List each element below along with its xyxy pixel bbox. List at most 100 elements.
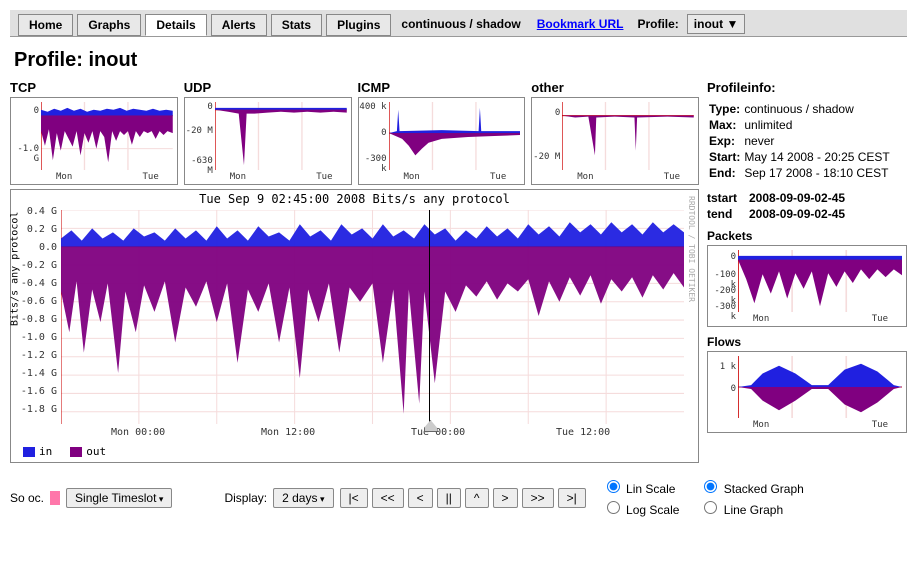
ytick: -20 M: [532, 152, 560, 162]
tstart-label: tstart: [707, 191, 743, 205]
nav-pause[interactable]: ||: [437, 488, 461, 508]
profile-select[interactable]: inout ▼: [687, 14, 746, 34]
ytick: -1.2 G: [11, 350, 57, 361]
ytick: 0.4 G: [11, 206, 57, 217]
mini-chart-icmp[interactable]: 400 k 0 -300 k Mon Tue: [358, 97, 526, 185]
display-select[interactable]: 2 days: [273, 488, 333, 508]
tab-graphs[interactable]: Graphs: [77, 14, 141, 36]
page-title: Profile: inout: [14, 49, 903, 72]
mini-chart-tcp[interactable]: 0 -1.0 G Mon Tue: [10, 97, 178, 185]
pi-key: Start:: [707, 149, 742, 165]
ytick: 0.0: [11, 242, 57, 253]
ytick: -1.0 G: [11, 332, 57, 343]
tend-label: tend: [707, 207, 743, 221]
chart-legend: in out: [23, 445, 106, 458]
side-chart-packets[interactable]: 0 -100 k -200 k -300 k Mon Tue: [707, 245, 907, 327]
legend-in: in: [39, 445, 52, 458]
xtick: Mon: [577, 172, 593, 182]
xtick: Tue: [872, 314, 888, 324]
pi-key: Max:: [707, 117, 742, 133]
nav-buttons: |< << < || ^ > >> >|: [340, 488, 586, 508]
tab-alerts[interactable]: Alerts: [211, 14, 267, 36]
nav-first[interactable]: |<: [340, 488, 368, 508]
ytick: 1 k: [708, 362, 736, 372]
nav-last[interactable]: >|: [558, 488, 586, 508]
main-chart-title: Tue Sep 9 02:45:00 2008 Bits/s any proto…: [11, 192, 698, 206]
profileinfo-heading: Profileinfo:: [707, 80, 907, 95]
main-chart[interactable]: Tue Sep 9 02:45:00 2008 Bits/s any proto…: [10, 189, 699, 463]
xtick: Mon: [753, 314, 769, 324]
ytick: -300 k: [708, 302, 736, 322]
ytick: -1.4 G: [11, 368, 57, 379]
xtick: Tue: [664, 172, 680, 182]
xtick: Tue: [316, 172, 332, 182]
nav-fastback[interactable]: <<: [372, 488, 404, 508]
pi-val: Sep 17 2008 - 18:10 CEST: [742, 165, 891, 181]
profile-label: Profile:: [633, 17, 682, 31]
radio-lin[interactable]: Lin Scale: [602, 477, 680, 498]
mini-chart-udp[interactable]: 0 -20 M -630 M Mon Tue: [184, 97, 352, 185]
xtick: Tue: [142, 172, 158, 182]
radio-log[interactable]: Log Scale: [602, 498, 680, 519]
ytick: -20 M: [185, 126, 213, 136]
ytick: -0.2 G: [11, 260, 57, 271]
ytick: -1.6 G: [11, 386, 57, 397]
mini-chart-other[interactable]: 0 -20 M Mon Tue: [531, 97, 699, 185]
tend-value: 2008-09-09-02-45: [749, 207, 845, 221]
tab-details[interactable]: Details: [145, 14, 206, 36]
side-chart-flows[interactable]: 1 k 0 Mon Tue: [707, 351, 907, 433]
time-block: tstart 2008-09-09-02-45 tend 2008-09-09-02…: [707, 191, 907, 221]
ytick: -1.8 G: [11, 404, 57, 415]
ytick: -0.6 G: [11, 296, 57, 307]
legend-out: out: [86, 445, 106, 458]
mini-title-other: other: [531, 80, 699, 95]
pi-val: May 14 2008 - 20:25 CEST: [742, 149, 891, 165]
source-select[interactable]: Single Timeslot: [66, 488, 172, 508]
xtick: Mon: [230, 172, 246, 182]
xtick: Tue 00:00: [411, 427, 465, 438]
ytick: 0: [708, 384, 736, 394]
ytick: 0: [708, 252, 736, 262]
xtick: Mon: [404, 172, 420, 182]
side-title-packets: Packets: [707, 229, 907, 243]
pi-val: continuous / shadow: [742, 101, 891, 117]
nav-back[interactable]: <: [408, 488, 433, 508]
ytick: 0: [532, 108, 560, 118]
tab-bar: Home Graphs Details Alerts Stats Plugins…: [10, 10, 907, 37]
radio-line[interactable]: Line Graph: [699, 498, 803, 519]
xtick: Mon 12:00: [261, 427, 315, 438]
xtick: Tue: [872, 420, 888, 430]
ytick: 0.2 G: [11, 224, 57, 235]
xtick: Mon: [753, 420, 769, 430]
tstart-value: 2008-09-09-02-45: [749, 191, 845, 205]
pi-key: Type:: [707, 101, 742, 117]
xtick: Mon: [56, 172, 72, 182]
pi-val: never: [742, 133, 891, 149]
radio-stacked[interactable]: Stacked Graph: [699, 477, 803, 498]
pi-key: Exp:: [707, 133, 742, 149]
source-prefix: So oc.: [10, 491, 44, 505]
controls-row: So oc. Single Timeslot Display: 2 days |…: [10, 477, 907, 519]
nav-fwd[interactable]: >: [493, 488, 518, 508]
ytick: -0.8 G: [11, 314, 57, 325]
time-cursor[interactable]: [429, 210, 430, 424]
profile-mode: continuous / shadow: [395, 17, 526, 31]
ytick: 0: [11, 106, 39, 116]
tab-stats[interactable]: Stats: [271, 14, 322, 36]
xtick: Tue: [490, 172, 506, 182]
xtick: Mon 00:00: [111, 427, 165, 438]
tab-home[interactable]: Home: [18, 14, 73, 36]
ytick: -630 M: [185, 156, 213, 176]
scale-radios: Lin Scale Log Scale: [602, 477, 680, 519]
ytick: 0: [185, 102, 213, 112]
mini-chart-row: TCP 0 -1.0 G Mon Tue: [10, 80, 699, 185]
ytick: -0.4 G: [11, 278, 57, 289]
mini-title-udp: UDP: [184, 80, 352, 95]
mini-title-tcp: TCP: [10, 80, 178, 95]
graphtype-radios: Stacked Graph Line Graph: [699, 477, 803, 519]
nav-fastfwd[interactable]: >>: [522, 488, 554, 508]
ytick: 400 k: [359, 102, 387, 112]
nav-up[interactable]: ^: [465, 488, 489, 508]
tab-plugins[interactable]: Plugins: [326, 14, 391, 36]
bookmark-link[interactable]: Bookmark URL: [531, 17, 630, 31]
